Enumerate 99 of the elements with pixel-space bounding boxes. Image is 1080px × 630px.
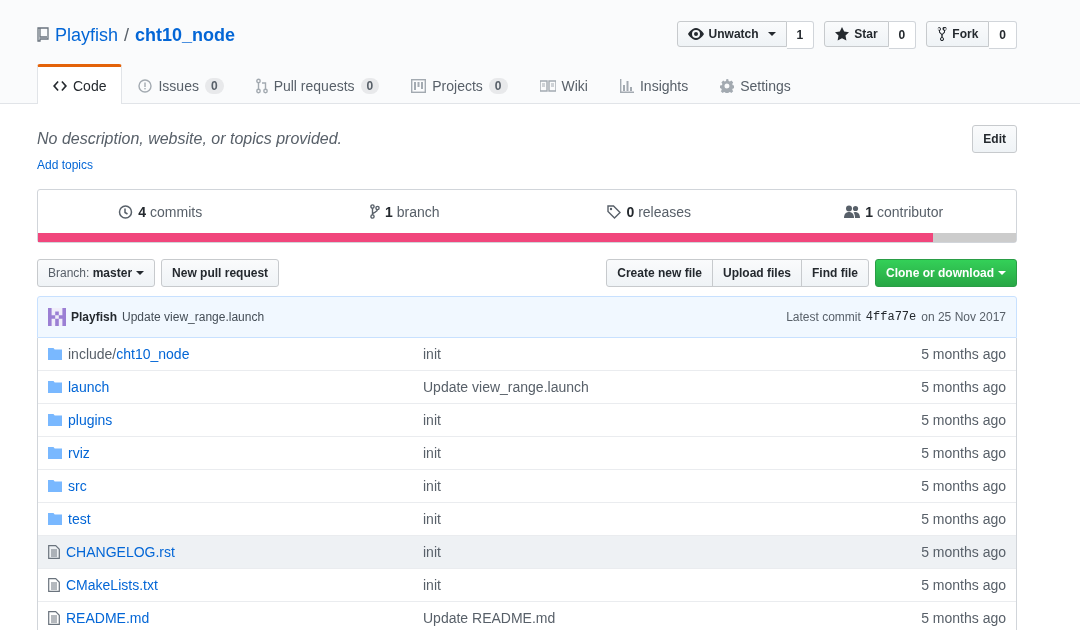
commit-message-link[interactable]: init xyxy=(423,346,806,362)
owner-link[interactable]: Playfish xyxy=(55,24,119,46)
file-name-link[interactable]: src xyxy=(68,478,87,494)
contributors-link[interactable]: 1 contributor xyxy=(865,203,944,220)
caret-icon xyxy=(767,32,776,36)
file-action-button[interactable]: Upload files xyxy=(712,259,802,287)
commit-age: 5 months ago xyxy=(920,511,1006,527)
repo-icon xyxy=(37,27,49,43)
commit-message-link[interactable]: init xyxy=(423,412,806,428)
file-action-button[interactable]: Find file xyxy=(801,259,869,287)
latest-commit-label: Latest commit xyxy=(786,310,861,324)
file-row[interactable]: launch Update view_range.launch 5 months ago xyxy=(38,370,1016,403)
commit-date: on 25 Nov 2017 xyxy=(921,310,1006,324)
commit-age: 5 months ago xyxy=(920,412,1006,428)
fork-button[interactable]: Fork xyxy=(926,21,990,47)
book-icon xyxy=(539,79,556,92)
settings-icon xyxy=(720,78,735,93)
file-name-link[interactable]: include/cht10_node xyxy=(68,346,190,362)
commit-age: 5 months ago xyxy=(920,577,1006,593)
commit-age: 5 months ago xyxy=(920,379,1006,395)
file-name-link[interactable]: test xyxy=(68,511,91,527)
commit-message-link[interactable]: init xyxy=(423,478,806,494)
file-name-link[interactable]: CMakeLists.txt xyxy=(66,577,158,593)
edit-button[interactable]: Edit xyxy=(972,125,1017,153)
tab-counter: 0 xyxy=(360,77,380,94)
file-name-link[interactable]: CHANGELOG.rst xyxy=(66,544,175,560)
file-row[interactable]: plugins init 5 months ago xyxy=(38,403,1016,436)
watch-count[interactable]: 1 xyxy=(786,21,815,49)
watch-button[interactable]: Unwatch xyxy=(676,21,787,47)
issue-circle-icon xyxy=(138,78,153,93)
file-row[interactable]: CHANGELOG.rst init 5 months ago xyxy=(38,535,1016,568)
eye-icon xyxy=(687,28,704,40)
commit-age: 5 months ago xyxy=(920,445,1006,461)
repo-tab[interactable]: Code xyxy=(37,64,123,104)
path-separator: / xyxy=(124,24,130,46)
tag-icon xyxy=(607,204,622,219)
file-name-link[interactable]: launch xyxy=(68,379,110,395)
file-name-link[interactable]: plugins xyxy=(68,412,113,428)
file-row[interactable]: CMakeLists.txt init 5 months ago xyxy=(38,568,1016,601)
commit-message[interactable]: Update view_range.launch xyxy=(122,310,782,324)
commit-message-link[interactable]: Update README.md xyxy=(423,610,806,626)
folder-icon xyxy=(48,480,62,492)
repo-tab[interactable]: Projects 0 xyxy=(395,64,524,104)
commit-sha-link[interactable]: 4ffa77e xyxy=(865,310,917,324)
history-icon xyxy=(118,204,134,219)
repo-tab[interactable]: Issues 0 xyxy=(122,64,240,104)
folder-icon xyxy=(48,414,62,426)
releases-link[interactable]: 0 releases xyxy=(626,203,692,220)
project-board-icon xyxy=(411,78,427,93)
folder-icon xyxy=(48,381,62,393)
star-icon xyxy=(835,27,850,41)
commit-author[interactable]: Playfish xyxy=(71,310,118,324)
repo-tab[interactable]: Insights xyxy=(603,64,705,104)
folder-icon xyxy=(48,513,62,525)
file-icon xyxy=(48,578,60,592)
commit-message-link[interactable]: Update view_range.launch xyxy=(423,379,806,395)
commits-link[interactable]: 4 commits xyxy=(138,203,203,220)
code-icon xyxy=(53,79,67,92)
repo-tab[interactable]: Pull requests 0 xyxy=(239,64,396,104)
file-row[interactable]: src init 5 months ago xyxy=(38,469,1016,502)
fork-icon xyxy=(937,27,948,41)
repo-tab[interactable]: Wiki xyxy=(523,64,604,104)
new-pull-request-button[interactable]: New pull request xyxy=(161,259,280,287)
file-row[interactable]: README.md Update README.md 5 months ago xyxy=(38,601,1016,630)
caret-icon xyxy=(998,271,1006,275)
avatar-identicon xyxy=(48,308,66,326)
commit-age: 5 months ago xyxy=(920,544,1006,560)
commit-age: 5 months ago xyxy=(920,610,1006,626)
star-count[interactable]: 0 xyxy=(888,21,917,49)
repo-tab[interactable]: Settings xyxy=(704,64,807,104)
commit-message-link[interactable]: init xyxy=(423,544,806,560)
repo-description: No description, website, or topics provided. xyxy=(37,130,344,148)
branch-select[interactable]: Branch: master xyxy=(37,259,156,287)
file-action-button[interactable]: Create new file xyxy=(606,259,713,287)
commit-message-link[interactable]: init xyxy=(423,511,806,527)
folder-icon xyxy=(48,348,62,360)
fork-count[interactable]: 0 xyxy=(989,21,1017,49)
file-icon xyxy=(48,611,60,625)
star-button[interactable]: Star xyxy=(824,21,889,47)
tab-counter: 0 xyxy=(204,77,224,94)
commit-message-link[interactable]: init xyxy=(423,577,806,593)
repo-name-link[interactable]: cht10_node xyxy=(135,24,236,46)
file-row[interactable]: rviz init 5 months ago xyxy=(38,436,1016,469)
caret-icon xyxy=(136,271,145,275)
file-name-link[interactable]: README.md xyxy=(66,610,150,626)
folder-icon xyxy=(48,447,62,459)
file-name-link[interactable]: rviz xyxy=(68,445,90,461)
branch-icon xyxy=(370,204,380,219)
tab-counter: 0 xyxy=(488,77,508,94)
commit-message-link[interactable]: init xyxy=(423,445,806,461)
pull-request-icon xyxy=(255,77,268,94)
file-row[interactable]: include/cht10_node init 5 months ago xyxy=(38,338,1016,370)
add-topics-link[interactable]: Add topics xyxy=(37,158,94,172)
file-icon xyxy=(48,545,60,559)
commit-age: 5 months ago xyxy=(920,478,1006,494)
commit-age: 5 months ago xyxy=(920,346,1006,362)
branch-link[interactable]: 1 branch xyxy=(385,203,440,220)
bar-graph-icon xyxy=(619,78,634,93)
people-icon xyxy=(844,205,861,218)
